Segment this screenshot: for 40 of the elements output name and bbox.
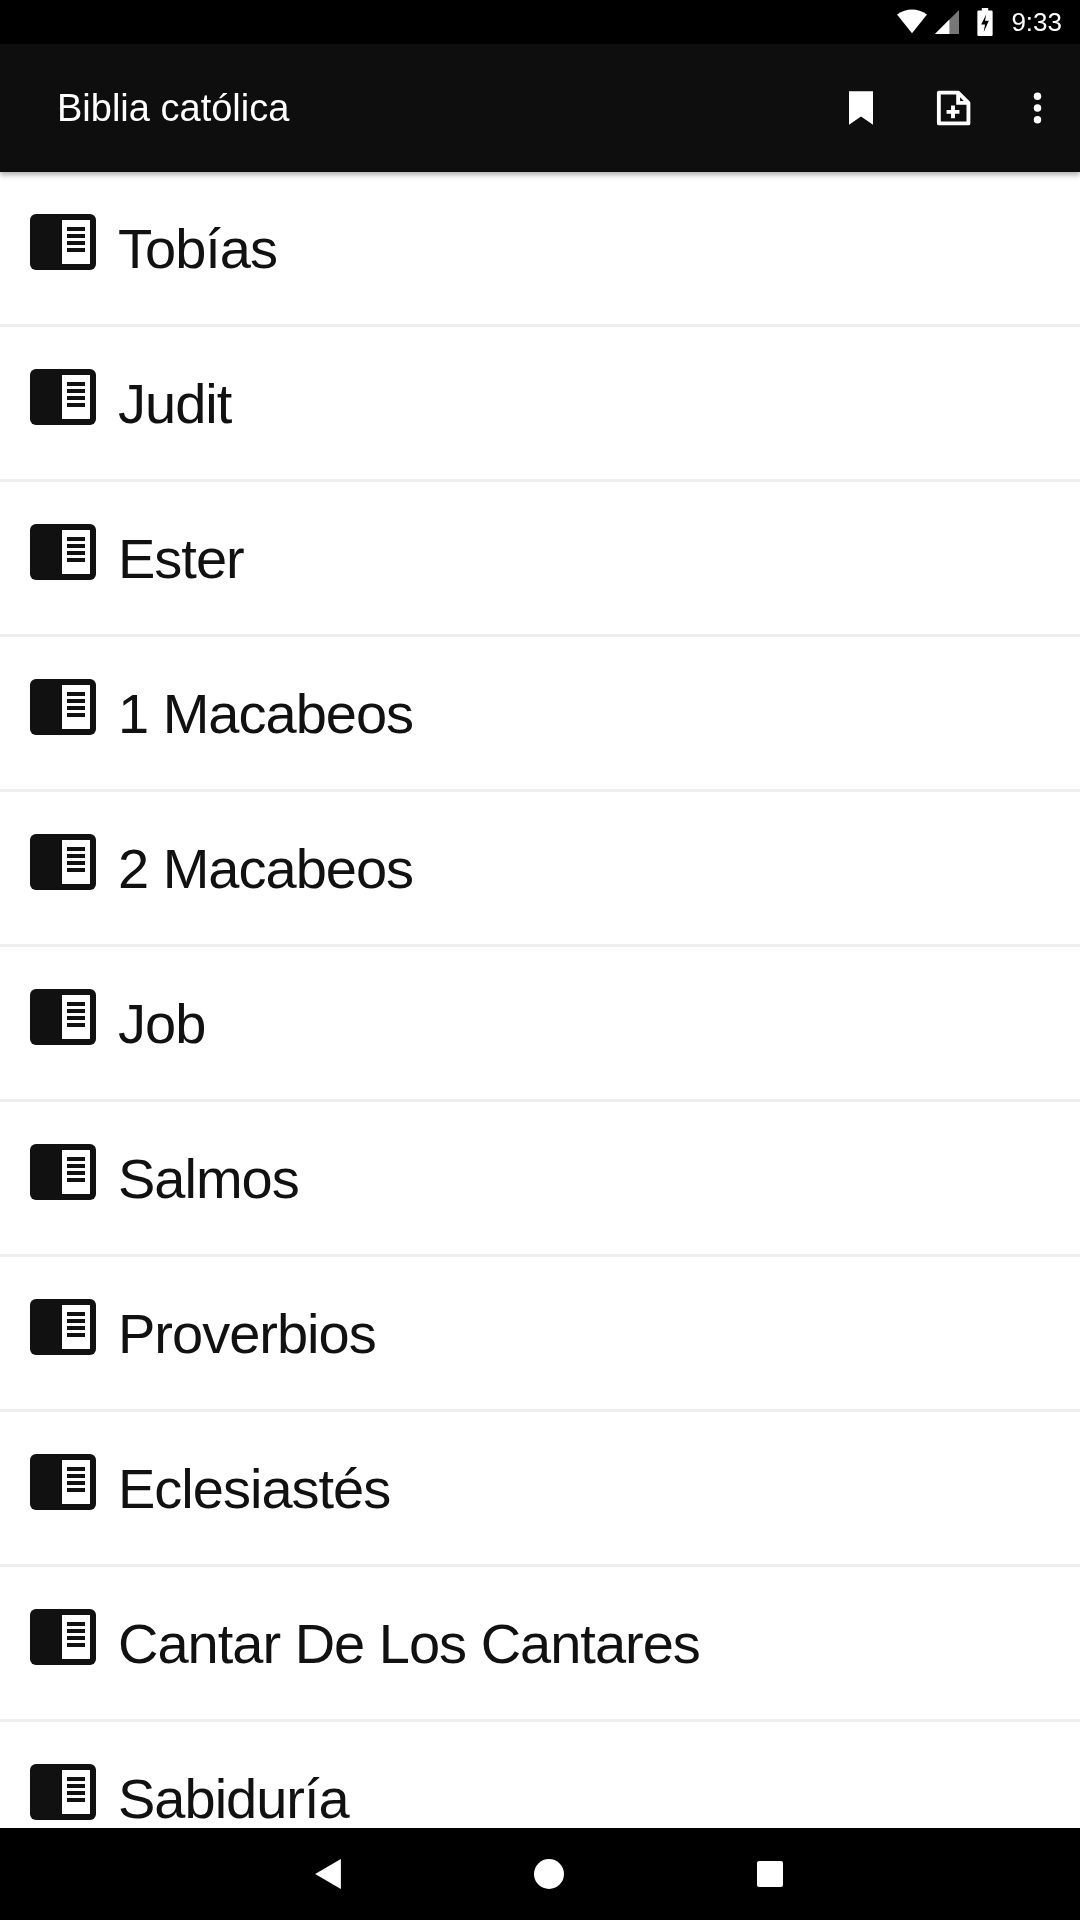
book-icon (30, 989, 96, 1045)
book-item[interactable]: Proverbios (0, 1257, 1080, 1412)
book-title: Salmos (118, 1145, 299, 1211)
home-icon[interactable] (534, 1859, 564, 1889)
book-icon (30, 1144, 96, 1200)
book-item[interactable]: 1 Macabeos (0, 637, 1080, 792)
book-title: Sabiduría (118, 1765, 349, 1828)
book-title: Judit (118, 370, 232, 436)
book-icon (30, 369, 96, 425)
book-item[interactable]: Ester (0, 482, 1080, 637)
book-title: Tobías (118, 215, 277, 281)
book-title: 2 Macabeos (118, 835, 414, 901)
book-title: Ester (118, 525, 244, 591)
book-icon (30, 1454, 96, 1510)
recents-icon[interactable] (757, 1861, 784, 1887)
book-title: Proverbios (118, 1300, 376, 1366)
book-item[interactable]: Salmos (0, 1102, 1080, 1257)
book-title: Eclesiastés (118, 1455, 391, 1521)
book-icon (30, 1299, 96, 1355)
battery-icon (977, 8, 994, 36)
back-icon[interactable] (314, 1859, 341, 1889)
book-item[interactable]: Judit (0, 327, 1080, 482)
book-icon (30, 524, 96, 580)
book-item[interactable]: Tobías (0, 172, 1080, 327)
book-icon (30, 1609, 96, 1665)
status-time: 9:33 (1011, 6, 1062, 38)
wifi-icon (897, 9, 928, 35)
book-item[interactable]: Eclesiastés (0, 1412, 1080, 1567)
app-title: Biblia católica (57, 86, 291, 130)
book-item[interactable]: Job (0, 947, 1080, 1102)
book-icon (30, 1764, 96, 1820)
book-icon (30, 214, 96, 270)
book-item[interactable]: Cantar De Los Cantares (0, 1567, 1080, 1722)
book-item[interactable]: 2 Macabeos (0, 792, 1080, 947)
book-title: 1 Macabeos (118, 680, 414, 746)
book-title: Job (118, 990, 206, 1056)
book-title: Cantar De Los Cantares (118, 1610, 700, 1676)
book-icon (30, 834, 96, 890)
signal-icon (935, 10, 960, 34)
book-icon (30, 679, 96, 735)
